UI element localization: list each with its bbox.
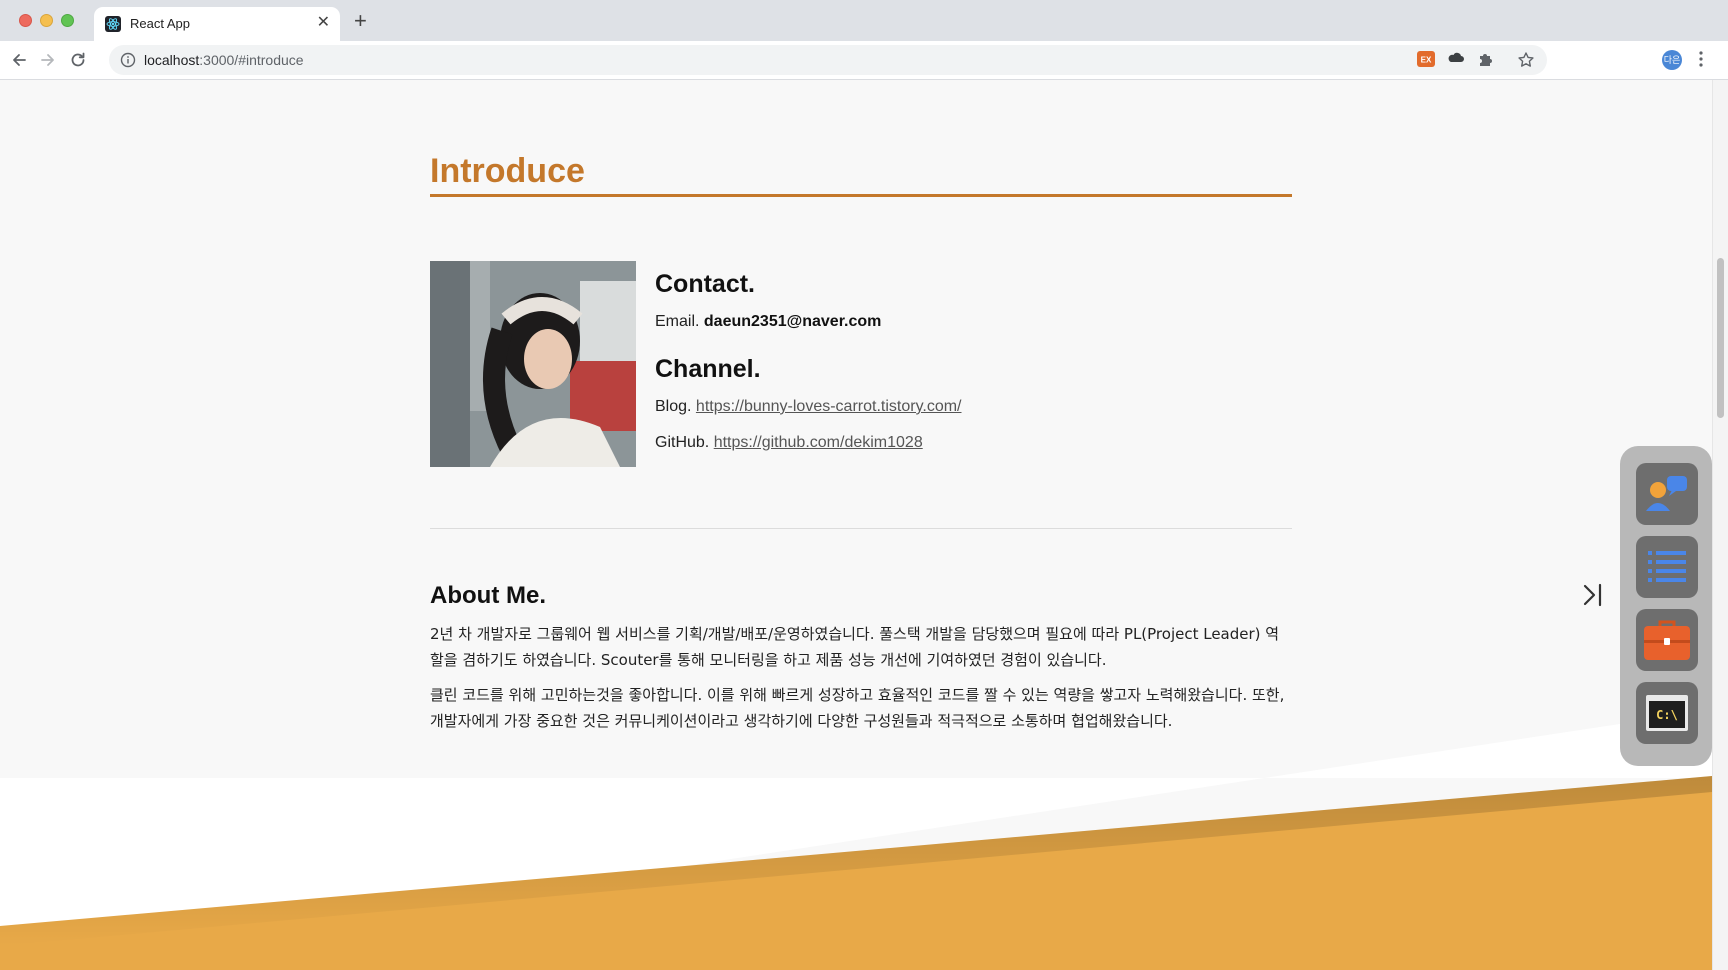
extensions-puzzle-icon[interactable] — [1477, 50, 1495, 68]
scrollbar-thumb[interactable] — [1717, 258, 1724, 418]
blog-label: Blog. — [655, 398, 692, 415]
svg-text:C:\: C:\ — [1656, 708, 1678, 722]
section-title: Introduce — [430, 152, 585, 190]
email-label: Email. — [655, 313, 700, 330]
terminal-icon: C:\ — [1646, 695, 1688, 731]
github-line: GitHub. https://github.com/dekim1028 — [655, 434, 923, 452]
dock-contact-button[interactable] — [1636, 463, 1698, 525]
forward-arrow-icon[interactable] — [38, 50, 58, 70]
close-tab-icon[interactable]: ✕ — [317, 13, 330, 33]
collapse-dock-icon[interactable] — [1580, 580, 1606, 610]
dock-portfolio-button[interactable] — [1636, 609, 1698, 671]
minimize-window-button[interactable] — [40, 14, 53, 27]
briefcase-icon — [1644, 620, 1690, 660]
browser-toolbar: localhost:3000/#introduce EX 다은 — [0, 41, 1728, 80]
tab-title: React App — [130, 16, 190, 31]
browser-title-bar: React App ✕ + — [0, 0, 1728, 41]
maximize-window-button[interactable] — [61, 14, 74, 27]
blog-link[interactable]: https://bunny-loves-carrot.tistory.com/ — [696, 398, 962, 415]
email-line: Email. daeun2351@naver.com — [655, 313, 881, 331]
address-bar[interactable]: localhost:3000/#introduce — [109, 45, 1547, 75]
section-divider — [430, 528, 1292, 529]
title-underline — [430, 194, 1292, 197]
page-scrollbar[interactable] — [1712, 80, 1728, 970]
github-label: GitHub. — [655, 434, 710, 451]
about-paragraph-2: 클린 코드를 위해 고민하는것을 좋아합니다. 이를 위해 빠르게 성장하고 효… — [430, 686, 1285, 730]
back-arrow-icon[interactable] — [9, 50, 29, 70]
cloud-extension-icon[interactable] — [1447, 50, 1465, 68]
new-tab-button[interactable]: + — [354, 10, 367, 32]
blog-line: Blog. https://bunny-loves-carrot.tistory… — [655, 398, 962, 416]
reload-icon[interactable] — [68, 50, 88, 70]
site-info-icon[interactable] — [120, 52, 136, 68]
profile-photo-illustration — [430, 261, 636, 467]
contact-heading: Contact. — [655, 270, 755, 298]
dock-terminal-button[interactable]: C:\ — [1636, 682, 1698, 744]
contact-icon — [1646, 476, 1687, 511]
about-heading: About Me. — [430, 582, 546, 609]
dock-list-button[interactable] — [1636, 536, 1698, 598]
side-dock: C:\ — [1620, 446, 1712, 766]
svg-text:EX: EX — [1421, 56, 1432, 65]
about-paragraph-1: 2년 차 개발자로 그룹웨어 웹 서비스를 기획/개발/배포/운영하였습니다. … — [430, 625, 1280, 669]
close-window-button[interactable] — [19, 14, 32, 27]
profile-avatar[interactable]: 다은 — [1662, 50, 1682, 70]
email-value: daeun2351@naver.com — [703, 313, 882, 330]
list-icon — [1648, 551, 1686, 582]
react-favicon-icon — [105, 16, 121, 32]
profile-photo — [430, 261, 636, 467]
bookmark-star-icon[interactable] — [1517, 51, 1535, 69]
github-link[interactable]: https://github.com/dekim1028 — [714, 434, 923, 451]
page-viewport: Introduce Contact. Email. daeun2351@nave… — [0, 80, 1712, 970]
decorative-bottom-band — [0, 710, 1712, 970]
ex-extension-icon[interactable]: EX — [1417, 50, 1435, 68]
browser-tab[interactable]: React App ✕ — [94, 7, 340, 41]
channel-heading: Channel. — [655, 355, 761, 383]
url-text: localhost:3000/#introduce — [144, 52, 304, 68]
browser-menu-icon[interactable] — [1698, 49, 1704, 69]
